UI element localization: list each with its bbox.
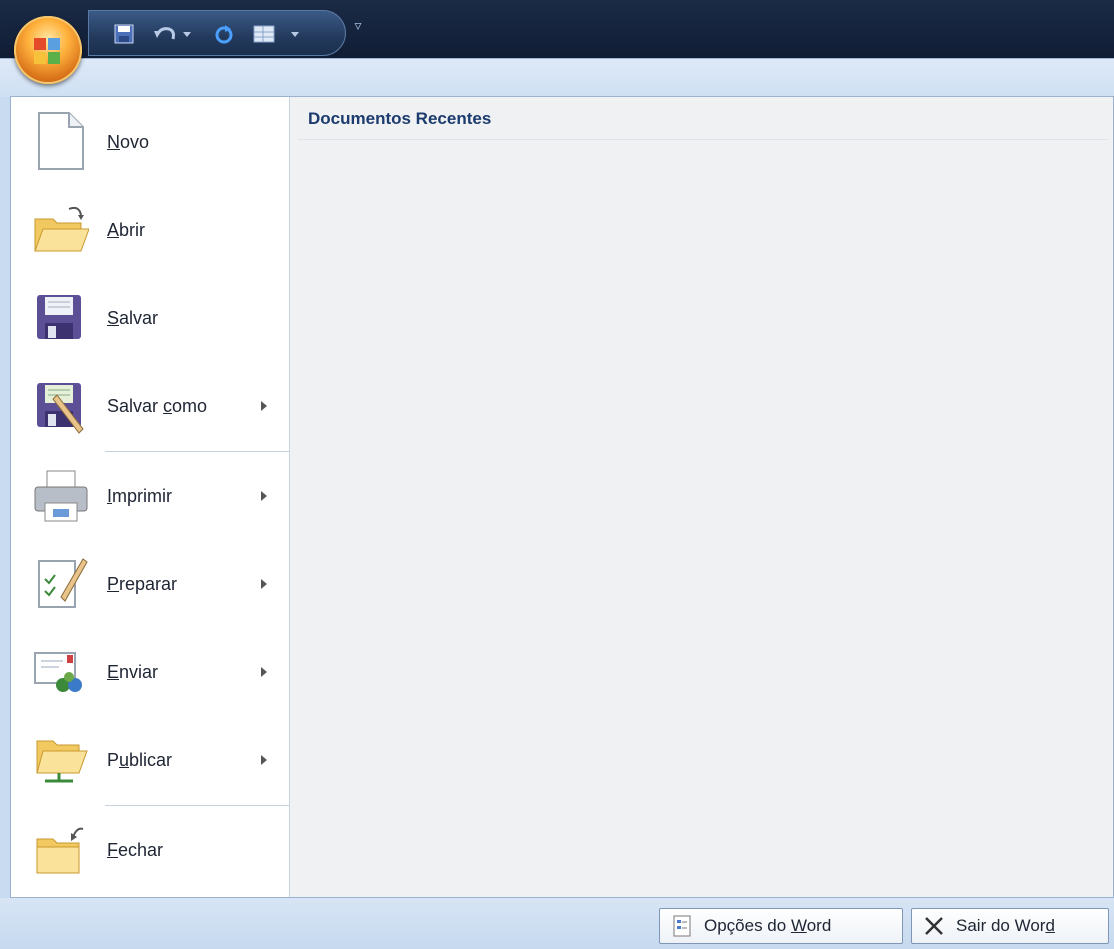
menu-item-salvar[interactable]: Salvar [11, 275, 289, 361]
menu-item-salvar-como[interactable]: Salvar como [11, 363, 289, 449]
new-document-icon [33, 111, 89, 171]
close-x-icon [925, 917, 943, 935]
redo-icon[interactable] [211, 21, 237, 47]
options-icon [673, 915, 691, 937]
prepare-document-icon [33, 553, 89, 613]
office-logo-icon [34, 38, 60, 64]
exit-word-label: Sair do Word [956, 916, 1055, 935]
submenu-arrow-icon [261, 579, 267, 589]
ribbon-band [0, 58, 1114, 97]
menu-item-label: Novo [107, 132, 150, 152]
send-email-icon [33, 641, 89, 701]
office-menu: Novo Abrir Salvar Salvar como Imprimir P… [10, 96, 1114, 898]
menu-item-label: Enviar [107, 662, 159, 682]
submenu-arrow-icon [261, 755, 267, 765]
menu-item-imprimir[interactable]: Imprimir [11, 453, 289, 539]
menu-item-label: Imprimir [107, 486, 173, 506]
menu-footer: Opções do Word Sair do Word [0, 898, 1114, 949]
menu-item-preparar[interactable]: Preparar [11, 541, 289, 627]
printer-icon [33, 465, 89, 525]
save-as-icon [33, 375, 89, 435]
quick-access-toolbar [88, 10, 346, 56]
recent-documents-divider [298, 139, 1108, 140]
menu-item-fechar[interactable]: Fechar [11, 807, 289, 893]
menu-divider [105, 805, 289, 806]
publish-folder-icon [33, 729, 89, 789]
submenu-arrow-icon [261, 667, 267, 677]
open-folder-icon [33, 199, 90, 259]
menu-divider [105, 451, 289, 452]
menu-item-enviar[interactable]: Enviar [11, 629, 289, 715]
customize-quick-access-icon[interactable]: ▿ [350, 18, 366, 42]
menu-item-label: Fechar [107, 840, 164, 860]
save-icon[interactable] [111, 21, 137, 47]
menu-item-label: Preparar [107, 574, 178, 594]
recent-documents-title: Documentos Recentes [308, 109, 492, 128]
save-disk-icon [33, 287, 89, 347]
menu-item-abrir[interactable]: Abrir [11, 187, 289, 273]
submenu-arrow-icon [261, 491, 267, 501]
recent-documents-panel: Documentos Recentes [290, 97, 1113, 897]
menu-item-novo[interactable]: Novo [11, 99, 289, 185]
menu-item-label: Abrir [107, 220, 146, 240]
menu-item-label: Salvar [107, 308, 159, 328]
close-folder-icon [33, 819, 89, 879]
submenu-arrow-icon [261, 401, 267, 411]
undo-icon[interactable] [151, 21, 197, 47]
menu-commands: Novo Abrir Salvar Salvar como Imprimir P… [11, 97, 290, 897]
menu-item-publicar[interactable]: Publicar [11, 717, 289, 803]
menu-item-label: Publicar [107, 750, 173, 770]
exit-word-button[interactable]: Sair do Word [911, 908, 1109, 944]
menu-item-label: Salvar como [107, 396, 208, 416]
table-icon[interactable] [251, 21, 311, 47]
word-options-label: Opções do Word [704, 916, 832, 935]
word-options-button[interactable]: Opções do Word [659, 908, 903, 944]
office-button[interactable] [14, 16, 82, 84]
